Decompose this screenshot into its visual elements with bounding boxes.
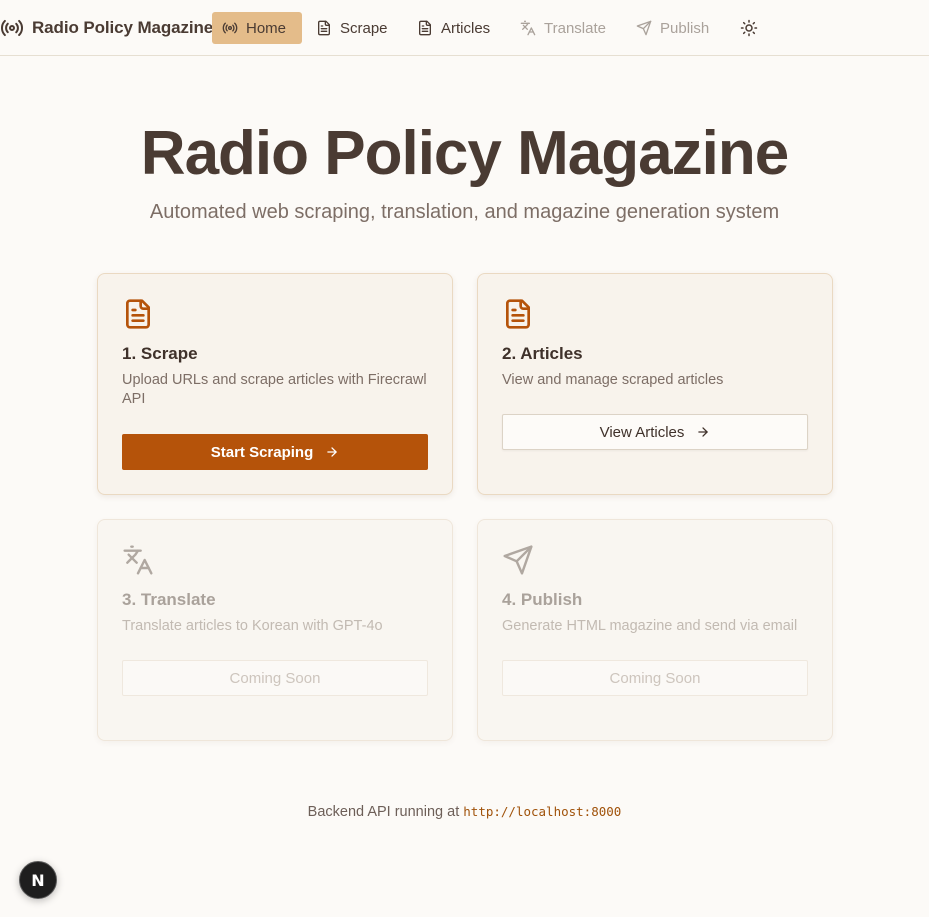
nav-item-label: Articles	[441, 19, 491, 37]
nextjs-logo-icon: N	[31, 870, 45, 890]
sun-icon	[740, 19, 758, 37]
arrow-right-icon	[696, 425, 710, 439]
send-icon	[636, 20, 652, 36]
brand[interactable]: Radio Policy Magazine	[0, 12, 213, 44]
nav-item-home[interactable]: Home	[212, 12, 302, 44]
nav-item-label: Publish	[660, 19, 710, 37]
coming-soon-button: Coming Soon	[122, 660, 428, 696]
backend-url: http://localhost:8000	[463, 804, 622, 819]
nav-item-label: Scrape	[340, 19, 388, 37]
document-icon	[417, 20, 433, 36]
card-title: 1. Scrape	[122, 344, 198, 363]
document-icon	[502, 298, 534, 330]
backend-status: Backend API running at http://localhost:…	[0, 802, 929, 822]
nav-item-articles[interactable]: Articles	[407, 12, 507, 44]
radio-broadcast-icon	[222, 20, 238, 36]
coming-soon-button: Coming Soon	[502, 660, 808, 696]
top-navigation-bar: Radio Policy Magazine Home Scrape Articl…	[0, 0, 929, 56]
card-scrape: 1. Scrape Upload URLs and scrape article…	[97, 273, 453, 495]
button-label: Coming Soon	[609, 669, 701, 687]
backend-status-text: Backend API running at	[307, 804, 460, 820]
document-icon	[122, 298, 154, 330]
theme-toggle-button[interactable]	[740, 19, 758, 37]
page-subtitle: Automated web scraping, translation, and…	[149, 201, 780, 223]
card-translate: 3. Translate Translate articles to Korea…	[97, 519, 453, 741]
card-title: 3. Translate	[122, 590, 216, 609]
card-title: 2. Articles	[502, 344, 583, 363]
button-label: Coming Soon	[229, 669, 321, 687]
brand-title: Radio Policy Magazine	[32, 18, 214, 37]
card-description: View and manage scraped articles	[502, 372, 724, 388]
button-label: Start Scraping	[210, 443, 314, 461]
translate-icon	[520, 20, 536, 36]
card-description: Generate HTML magazine and send via emai…	[502, 618, 798, 634]
card-title: 4. Publish	[502, 590, 583, 609]
card-publish: 4. Publish Generate HTML magazine and se…	[477, 519, 833, 741]
nav-item-scrape[interactable]: Scrape	[306, 12, 402, 44]
radio-broadcast-icon	[0, 16, 24, 40]
card-description: Translate articles to Korean with GPT-4o	[122, 618, 383, 634]
translate-icon	[122, 544, 154, 576]
view-articles-button[interactable]: View Articles	[502, 414, 808, 450]
nav-item-publish: Publish	[626, 12, 728, 44]
nav-item-label: Translate	[544, 19, 606, 37]
page-title: Radio Policy Magazine	[140, 119, 789, 188]
button-label: View Articles	[599, 423, 685, 441]
start-scraping-button[interactable]: Start Scraping	[122, 434, 428, 470]
arrow-right-icon	[325, 445, 339, 459]
nextjs-dev-tools-button[interactable]: N	[19, 861, 57, 899]
send-icon	[502, 544, 534, 576]
card-description: Upload URLs and scrape articles with Fir…	[122, 372, 427, 407]
card-articles: 2. Articles View and manage scraped arti…	[477, 273, 833, 495]
document-icon	[316, 20, 332, 36]
nav-item-translate: Translate	[510, 12, 622, 44]
nav-item-label: Home	[246, 19, 287, 37]
